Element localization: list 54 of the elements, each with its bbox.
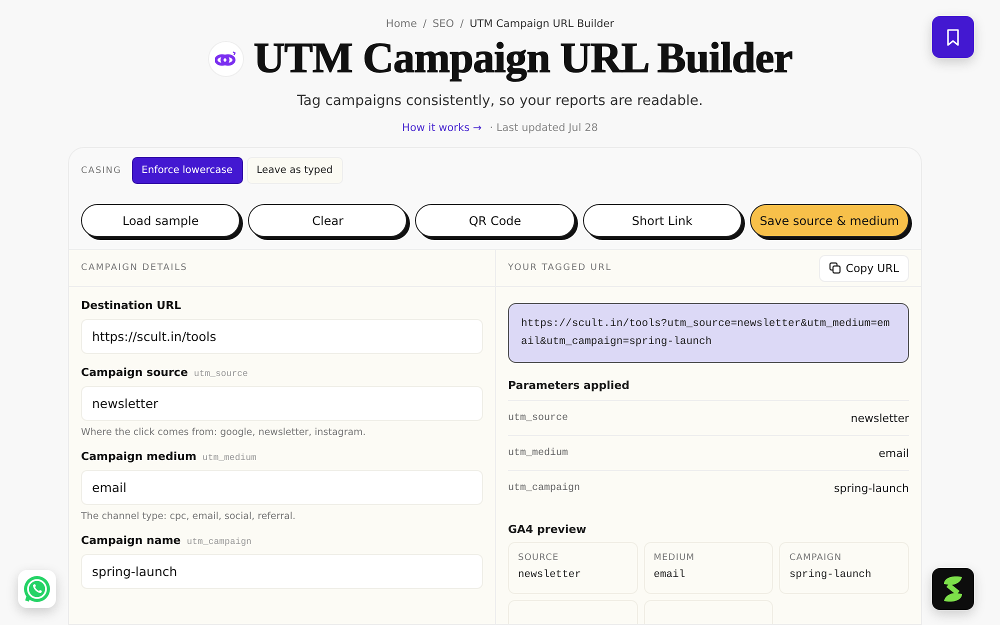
card-value: email <box>654 569 686 581</box>
subsection-heading: Parameters applied <box>508 379 631 394</box>
copy-icon <box>828 262 841 274</box>
action-button[interactable]: Clear <box>248 204 408 237</box>
param-value: spring-launch <box>834 482 909 494</box>
last-updated: · Last updated Jul 28 <box>490 122 598 134</box>
input-field[interactable]: https://scult.in/tools <box>81 319 483 354</box>
subsection-heading: GA4 preview <box>508 523 588 538</box>
copy-url-button[interactable]: Copy URL <box>818 254 909 282</box>
field-label: Campaign medium <box>81 450 196 463</box>
action-button[interactable]: Load sample <box>81 204 240 237</box>
param-key: utm_campaign <box>508 482 580 494</box>
casing-label: CASING <box>81 166 122 176</box>
app-launcher-button[interactable] <box>932 568 974 610</box>
page-subtitle: Tag campaigns consistently, so your reports are readable. <box>297 93 703 109</box>
card-label: MEDIUM <box>654 553 696 563</box>
field-label: Destination URL <box>81 299 182 312</box>
param-name: utm_campaign <box>186 537 252 547</box>
breadcrumb-separator: / <box>422 18 426 30</box>
help-text: Where the click comes from: google, newsletter, instagram. <box>81 427 367 438</box>
section-heading: YOUR TAGGED URL <box>508 263 612 273</box>
breadcrumb-separator: / <box>460 18 464 30</box>
card-label: SOURCE <box>518 553 560 563</box>
bookmark-button[interactable] <box>932 16 974 58</box>
param-key: utm_source <box>508 412 568 424</box>
action-button[interactable]: QR Code <box>415 204 575 237</box>
param-value: newsletter <box>850 412 909 424</box>
param-name: utm_medium <box>202 453 256 463</box>
breadcrumb-link[interactable]: SEO <box>432 18 454 30</box>
card-value: newsletter <box>518 569 582 581</box>
param-name: utm_source <box>194 369 248 379</box>
bookmark-icon <box>946 28 960 46</box>
param-value: email <box>878 446 909 460</box>
card-value: spring-launch <box>789 569 872 581</box>
how-it-works-link[interactable]: How it works → <box>402 122 482 134</box>
help-text: The channel type: cpc, email, social, referral. <box>81 511 296 522</box>
action-button[interactable]: Short Link <box>582 204 742 237</box>
field-label: Campaign source <box>81 366 188 379</box>
casing-option[interactable]: Leave as typed <box>246 157 343 184</box>
action-button[interactable]: Save source & medium <box>750 204 910 237</box>
breadcrumb-current: UTM Campaign URL Builder <box>470 18 614 30</box>
input-field[interactable]: email <box>81 470 483 505</box>
input-field[interactable]: spring-launch <box>81 554 483 589</box>
section-heading: CAMPAIGN DETAILS <box>81 263 188 273</box>
casing-option[interactable]: Enforce lowercase <box>132 157 243 184</box>
breadcrumb-link[interactable]: Home <box>386 18 417 30</box>
param-key: utm_medium <box>508 448 568 458</box>
chat-bubble-icon <box>22 574 52 604</box>
input-field[interactable]: newsletter <box>81 386 483 421</box>
card-label: CAMPAIGN <box>789 553 843 563</box>
tool-logo <box>208 40 244 76</box>
page-title: UTM Campaign URL Builder <box>254 34 792 83</box>
field-label: Campaign name <box>81 534 181 547</box>
tagged-url: https://scult.in/tools?utm_source=newsletter&utm_medium=email&utm_campaign=spring-launch <box>508 303 909 363</box>
